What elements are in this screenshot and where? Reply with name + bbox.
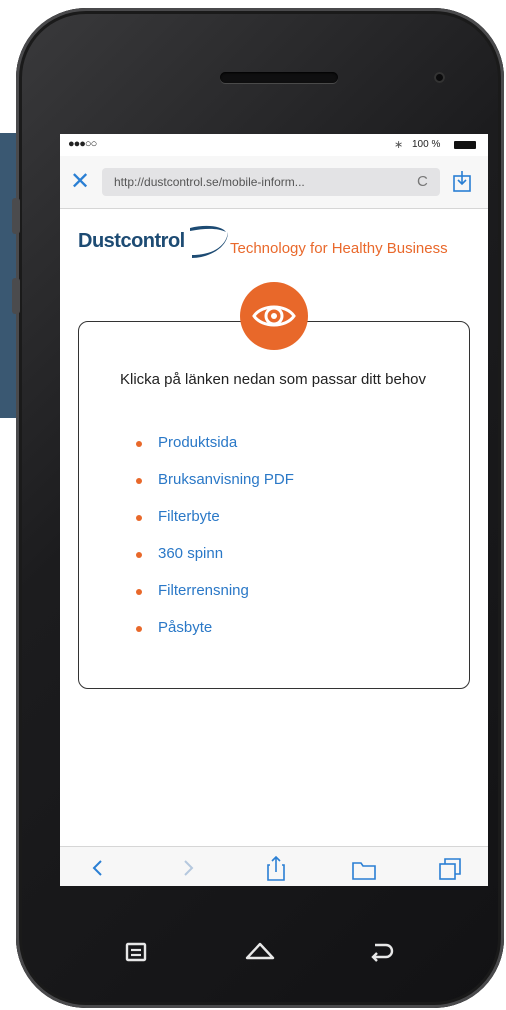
- earpiece-speaker: [220, 72, 338, 83]
- dustcontrol-logo: Dustcontrol: [78, 222, 228, 260]
- browser-url-bar: ✕ http://dustcontrol.se/mobile-inform...…: [60, 156, 488, 209]
- tagline: Technology for Healthy Business: [230, 240, 448, 257]
- bullet: [136, 478, 142, 484]
- battery-percent: 100 %: [412, 139, 441, 150]
- menu-icon: [125, 942, 147, 962]
- bookmarks-icon[interactable]: [350, 855, 378, 881]
- link-label: Påsbyte: [158, 619, 213, 636]
- tabs-icon[interactable]: [436, 855, 464, 881]
- share-icon[interactable]: [262, 855, 290, 881]
- bluetooth-icon: ∗: [394, 139, 404, 151]
- eye-badge: [240, 282, 308, 350]
- back-nav-button[interactable]: [362, 934, 402, 970]
- link-list: Produktsida Bruksanvisning PDF Filterbyt…: [136, 434, 436, 656]
- front-camera: [434, 72, 445, 83]
- phone-screen: ●●●○○ ∗ 100 % ✕ http://dustcontrol.se/mo…: [60, 134, 488, 886]
- reload-icon[interactable]: C: [417, 173, 428, 190]
- eye-icon: [252, 305, 296, 327]
- link-label: Produktsida: [158, 434, 238, 451]
- share-icon[interactable]: [452, 170, 472, 192]
- bullet: [136, 589, 142, 595]
- link-label: Filterbyte: [158, 508, 220, 525]
- link-bruksanvisning-pdf[interactable]: Bruksanvisning PDF: [136, 471, 436, 508]
- link-filterrensning[interactable]: Filterrensning: [136, 582, 436, 619]
- link-label: Filterrensning: [158, 582, 249, 599]
- bullet: [136, 441, 142, 447]
- browser-toolbar: [60, 846, 488, 886]
- menu-nav-button[interactable]: [116, 934, 156, 970]
- url-field[interactable]: http://dustcontrol.se/mobile-inform... C: [102, 168, 440, 196]
- back-icon[interactable]: [84, 855, 112, 881]
- link-label: 360 spinn: [158, 545, 224, 562]
- url-text: http://dustcontrol.se/mobile-inform...: [114, 175, 305, 189]
- link-pasbyte[interactable]: Påsbyte: [136, 619, 436, 656]
- battery-icon: [454, 141, 476, 149]
- back-icon: [371, 943, 394, 962]
- close-icon[interactable]: ✕: [70, 170, 90, 194]
- bullet: [136, 626, 142, 632]
- link-360-spinn[interactable]: 360 spinn: [136, 545, 436, 582]
- link-produktsida[interactable]: Produktsida: [136, 434, 436, 471]
- bullet: [136, 515, 142, 521]
- intro-text: Klicka på länken nedan som passar ditt b…: [119, 371, 427, 388]
- signal-strength: ●●●○○: [68, 138, 97, 150]
- link-filterbyte[interactable]: Filterbyte: [136, 508, 436, 545]
- forward-icon[interactable]: [174, 855, 202, 881]
- link-label: Bruksanvisning PDF: [158, 471, 294, 488]
- bullet: [136, 552, 142, 558]
- home-icon: [245, 942, 275, 960]
- home-nav-button[interactable]: [240, 934, 280, 970]
- volume-up-button: [12, 198, 20, 234]
- status-bar: ●●●○○ ∗ 100 %: [60, 134, 488, 156]
- logo-swoosh-icon: [190, 225, 228, 258]
- volume-down-button: [12, 278, 20, 314]
- logo-text: Dustcontrol: [78, 230, 185, 252]
